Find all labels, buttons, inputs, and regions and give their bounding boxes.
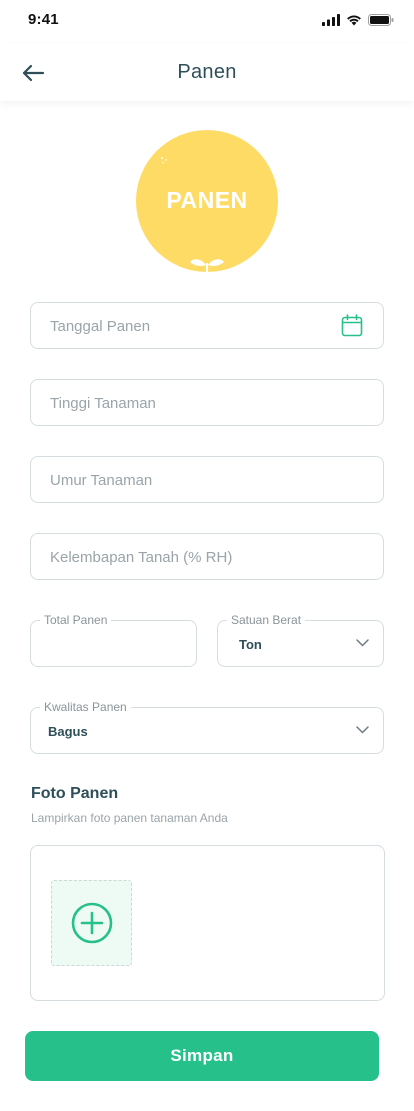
harvest-date-field[interactable]: Tanggal Panen	[30, 302, 384, 349]
save-button[interactable]: Simpan	[25, 1031, 379, 1081]
total-harvest-field[interactable]: Total Panen	[30, 613, 197, 667]
weight-unit-value: Ton	[239, 637, 262, 652]
battery-icon	[368, 13, 394, 31]
calendar-icon[interactable]	[341, 314, 363, 337]
status-bar: 9:41	[0, 0, 414, 44]
signal-icon	[322, 13, 340, 31]
weight-unit-select[interactable]: Satuan Berat Ton	[217, 613, 384, 667]
photo-section-subtitle: Lampirkan foto panen tanaman Anda	[31, 811, 228, 825]
plant-age-field[interactable]: Umur Tanaman	[30, 456, 384, 503]
harvest-badge: PANEN	[136, 130, 278, 272]
page-title: Panen	[177, 61, 237, 83]
harvest-quality-label: Kwalitas Panen	[40, 700, 131, 714]
plant-height-placeholder: Tinggi Tanaman	[50, 395, 156, 412]
chevron-down-icon	[356, 639, 369, 647]
add-photo-icon	[71, 902, 112, 944]
photo-upload-area	[30, 845, 385, 1001]
status-time: 9:41	[28, 11, 59, 28]
total-harvest-label: Total Panen	[40, 613, 112, 627]
photo-section-title: Foto Panen	[31, 785, 119, 802]
app-header: Panen	[0, 44, 414, 101]
weight-unit-label: Satuan Berat	[227, 613, 306, 627]
harvest-date-placeholder: Tanggal Panen	[50, 318, 151, 335]
harvest-quality-select[interactable]: Kwalitas Panen Bagus	[30, 700, 384, 754]
plant-age-placeholder: Umur Tanaman	[50, 472, 153, 489]
badge-label: PANEN	[166, 187, 248, 213]
sparkle-icon	[161, 157, 167, 164]
status-icons	[322, 13, 394, 31]
chevron-down-icon	[356, 726, 369, 734]
wifi-icon	[346, 13, 362, 31]
add-photo-button[interactable]	[51, 880, 132, 966]
soil-moisture-placeholder: Kelembapan Tanah (% RH)	[50, 549, 233, 566]
soil-moisture-field[interactable]: Kelembapan Tanah (% RH)	[30, 533, 384, 580]
harvest-form-screen: 9:41 Panen PANEN Tanggal Panen Tinggi Ta…	[0, 0, 414, 1111]
plant-height-field[interactable]: Tinggi Tanaman	[30, 379, 384, 426]
harvest-quality-value: Bagus	[48, 724, 88, 739]
sprout-icon	[190, 259, 224, 272]
